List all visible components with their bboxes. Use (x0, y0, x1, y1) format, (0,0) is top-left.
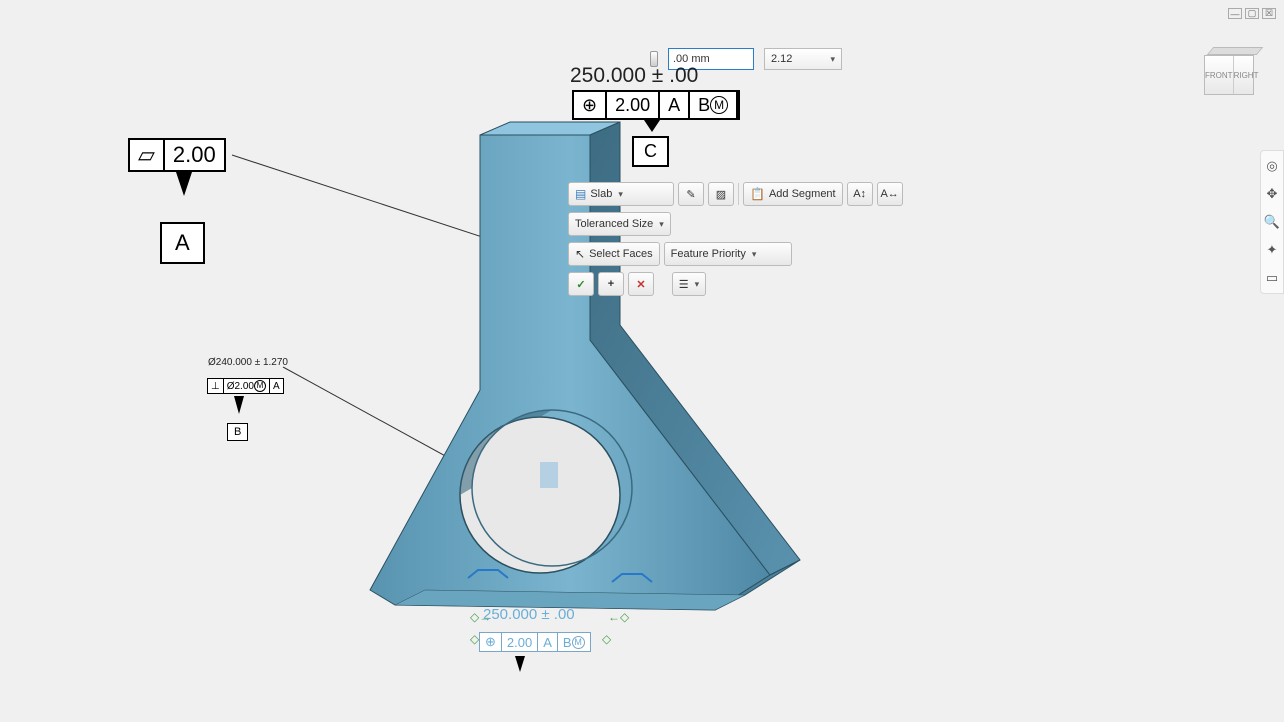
version-select[interactable]: 2.12▾ (764, 48, 842, 70)
editing-dimension[interactable]: 250.000 ± .00 (483, 606, 575, 623)
viewcube-top-face[interactable] (1207, 47, 1264, 55)
datum-a-label[interactable]: A (160, 222, 205, 264)
position-datum-b: BM (690, 92, 738, 118)
edit-position-symbol-icon: ⊕ (480, 633, 502, 651)
fcf-arrow-left-icon[interactable]: ◇ (470, 632, 479, 646)
perp-datum-a: A (270, 379, 283, 393)
perp-tolerance-value: Ø2.00M (224, 379, 270, 393)
viewcube-right-face[interactable]: RIGHT (1234, 56, 1259, 94)
select-faces-button[interactable]: ↖ Select Faces (568, 242, 660, 266)
flatness-symbol-icon: ▱ (130, 140, 165, 170)
close-icon[interactable]: ☒ (1262, 8, 1276, 19)
toleranced-size-label: Toleranced Size (575, 218, 653, 230)
view-toolbar: ◎ ✥ 🔍 ✦ ▭ (1260, 150, 1284, 294)
version-label: 2.12 (771, 53, 792, 65)
datum-a-leader (176, 172, 192, 196)
accept-button[interactable]: ✓ (568, 272, 594, 296)
perp-symbol-icon: ⊥ (208, 379, 224, 393)
flatness-fcf[interactable]: ▱ 2.00 (128, 138, 226, 172)
datum-b-label[interactable]: B (227, 423, 248, 441)
zoom-icon[interactable]: 🔍 (1263, 213, 1281, 231)
toleranced-size-select[interactable]: Toleranced Size (568, 212, 671, 236)
position-datum-a: A (660, 92, 690, 118)
face-filter-button[interactable]: ▨ (708, 182, 734, 206)
fcf-arrow-right-icon[interactable]: ◇ (602, 632, 611, 646)
datum-leader-triangle (644, 120, 660, 132)
text-style-button[interactable]: A↔ (877, 182, 903, 206)
edit-position-tolerance: 2.00 (502, 633, 538, 651)
edit-position-datum-a: A (538, 633, 558, 651)
datum-c-leader (515, 656, 525, 672)
feature-type-label: Slab (590, 188, 612, 200)
cursor-icon: ↖ (575, 247, 585, 261)
cancel-button[interactable]: ✕ (628, 272, 654, 296)
add-segment-button[interactable]: 📋 Add Segment (743, 182, 843, 206)
modifier-m-icon: M (254, 380, 266, 392)
dim-arrow-right-icon[interactable]: ←◇ (608, 610, 629, 624)
perpendicularity-fcf[interactable]: ⊥ Ø2.00M A (207, 378, 284, 394)
datum-b-leader (234, 396, 244, 414)
text-height-button[interactable]: A↕ (847, 182, 873, 206)
feature-type-select[interactable]: ▤ Slab (568, 182, 674, 206)
modifier-m-icon: M (710, 96, 728, 114)
position-symbol-icon: ⊕ (574, 92, 607, 118)
window-controls: — ▢ ☒ (1228, 8, 1276, 19)
viewcube[interactable]: FRONT RIGHT (1204, 55, 1266, 103)
options-button[interactable]: ☰ (672, 272, 706, 296)
viewcube-front-face[interactable]: FRONT (1205, 56, 1234, 94)
maximize-icon[interactable]: ▢ (1245, 8, 1259, 19)
minimize-icon[interactable]: — (1228, 8, 1242, 19)
flatness-tolerance-value: 2.00 (165, 140, 224, 170)
add-button[interactable]: + (598, 272, 624, 296)
orbit-icon[interactable]: ◎ (1263, 157, 1281, 175)
feature-priority-select[interactable]: Feature Priority (664, 242, 792, 266)
position-tolerance-value: 2.00 (607, 92, 660, 118)
add-segment-label: Add Segment (769, 188, 836, 200)
display-icon[interactable]: ▭ (1263, 269, 1281, 287)
edit-tolerance-button[interactable]: ✎ (678, 182, 704, 206)
datum-c-label[interactable]: C (632, 136, 669, 167)
edit-position-datum-b: BM (558, 633, 590, 651)
feature-priority-label: Feature Priority (671, 248, 746, 260)
select-faces-label: Select Faces (589, 248, 653, 260)
editing-position-fcf[interactable]: ⊕ 2.00 A BM (479, 632, 591, 652)
fit-icon[interactable]: ✦ (1263, 241, 1281, 259)
slab-dimension-label: 250.000 ± .00 (570, 64, 698, 88)
position-fcf[interactable]: ⊕ 2.00 A BM (572, 90, 740, 120)
tolerance-editor-panel: ▤ Slab ✎ ▨ 📋 Add Segment A↕ A↔ Toleranced … (568, 182, 903, 302)
slab-icon: ▤ (575, 187, 586, 201)
pan-icon[interactable]: ✥ (1263, 185, 1281, 203)
add-segment-icon: 📋 (750, 187, 765, 201)
diameter-dimension: Ø240.000 ± 1.270 (208, 357, 288, 368)
modifier-m-icon: M (572, 636, 585, 649)
